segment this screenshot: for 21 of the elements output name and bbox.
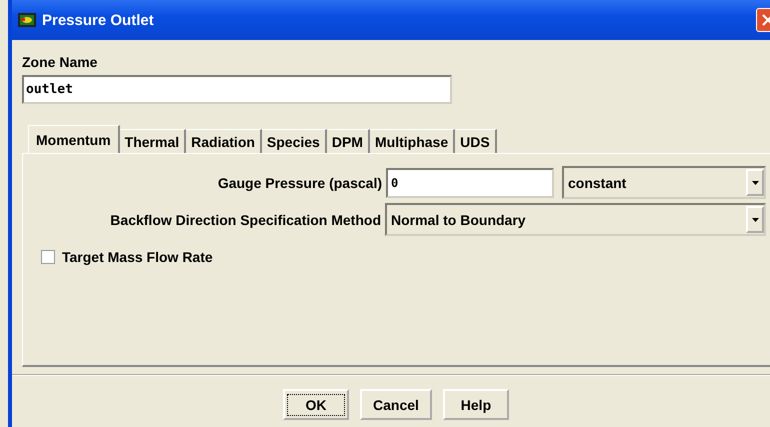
backflow-method-label: Backflow Direction Specification Method	[110, 212, 381, 228]
gauge-pressure-label: Gauge Pressure (pascal)	[218, 174, 382, 190]
dialog-button[interactable]: OK	[283, 389, 350, 420]
gauge-pressure-field[interactable]: 0	[386, 168, 554, 198]
dialog-button[interactable]: Cancel	[360, 389, 432, 420]
app-icon	[18, 13, 36, 27]
tab[interactable]: DPM	[326, 129, 370, 153]
window-title: Pressure Outlet	[42, 12, 154, 28]
tab[interactable]: Multiphase	[370, 129, 456, 153]
checkbox[interactable]	[41, 250, 55, 264]
zone-name-label: Zone Name	[22, 54, 98, 70]
backflow-method-dropdown[interactable]: Normal to Boundary	[385, 203, 766, 236]
zone-name-field[interactable]: outlet	[22, 75, 452, 104]
checkbox-label: Target Mass Flow Rate	[62, 249, 213, 265]
tab[interactable]: Species	[262, 129, 327, 153]
method-dropdown[interactable]: constant	[562, 166, 766, 199]
tab[interactable]: Momentum	[28, 125, 120, 154]
tab[interactable]: Radiation	[186, 129, 262, 153]
dialog-button[interactable]: Help	[442, 389, 509, 420]
tab[interactable]: UDS	[455, 129, 497, 153]
tab[interactable]: Thermal	[120, 129, 186, 153]
